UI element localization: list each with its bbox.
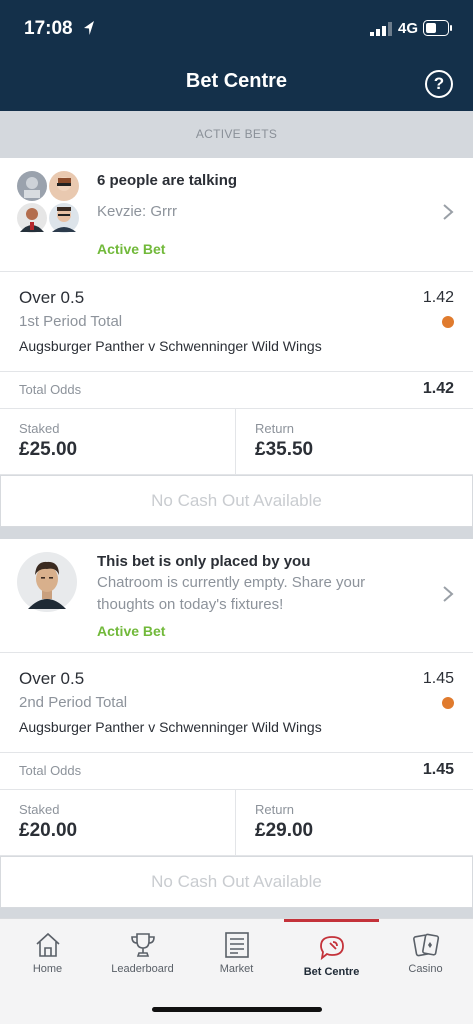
cash-out-label: No Cash Out Available bbox=[151, 872, 322, 891]
chat-message-line-2: thoughts on today's fixtures! bbox=[97, 596, 284, 613]
nav-item-leaderboard[interactable]: Leaderboard bbox=[95, 919, 190, 989]
battery-icon bbox=[423, 20, 452, 36]
stake-return-row: Staked £25.00 Return £35.50 bbox=[0, 409, 473, 475]
chat-heading: This bet is only placed by you bbox=[97, 553, 311, 570]
app-header: 17:08 4G Bet Centre ? bbox=[0, 0, 473, 111]
staked-amount: £25.00 bbox=[19, 439, 78, 460]
staked-label: Staked bbox=[19, 421, 60, 436]
selection-market-type: 2nd Period Total bbox=[19, 694, 128, 711]
selection-market-type: 1st Period Total bbox=[19, 313, 123, 330]
nav-item-bet-centre[interactable]: Bet Centre bbox=[284, 919, 379, 989]
total-odds-label: Total Odds bbox=[19, 763, 82, 778]
status-time: 17:08 bbox=[24, 18, 73, 39]
location-arrow-icon bbox=[84, 21, 94, 35]
staked-label: Staked bbox=[19, 802, 60, 817]
selection-market: Over 0.5 bbox=[19, 288, 85, 307]
return-label: Return bbox=[255, 421, 295, 436]
nav-label: Home bbox=[32, 963, 63, 975]
nav-label: Market bbox=[219, 963, 254, 975]
nav-item-casino[interactable]: Casino bbox=[378, 919, 473, 989]
chat-message-line-1: Chatroom is currently empty. Share your bbox=[97, 574, 366, 591]
cards-icon bbox=[413, 933, 440, 957]
active-bet-label: Active Bet bbox=[97, 623, 166, 639]
bet-chat-row[interactable]: 6 people are talking Kevzie: Grrr Active… bbox=[0, 158, 473, 272]
home-icon bbox=[36, 932, 60, 957]
cash-out-button[interactable]: No Cash Out Available bbox=[0, 856, 473, 908]
nav-label: Casino bbox=[408, 963, 443, 975]
bet-chat-row[interactable]: This bet is only placed by you Chatroom … bbox=[0, 539, 473, 653]
network-type: 4G bbox=[398, 20, 419, 37]
section-header: ACTIVE BETS bbox=[0, 111, 473, 158]
list-icon bbox=[225, 932, 249, 958]
nav-item-home[interactable]: Home bbox=[0, 919, 95, 989]
total-odds-row: Total Odds 1.45 bbox=[0, 753, 473, 790]
total-odds-row: Total Odds 1.42 bbox=[0, 372, 473, 409]
trophy-icon bbox=[131, 933, 155, 957]
user-avatar bbox=[17, 552, 77, 612]
return-label: Return bbox=[255, 802, 295, 817]
bet-selection: Over 0.5 2nd Period Total Augsburger Pan… bbox=[0, 653, 473, 753]
staked-amount: £20.00 bbox=[19, 820, 78, 841]
group-avatars bbox=[17, 171, 79, 233]
total-odds-value: 1.42 bbox=[422, 380, 454, 397]
cash-out-label: No Cash Out Available bbox=[151, 491, 322, 510]
status-bar: 17:08 4G bbox=[0, 0, 473, 58]
selection-event: Augsburger Panther v Schwenninger Wild W… bbox=[19, 719, 322, 735]
status-dot-icon bbox=[442, 316, 454, 328]
nav-label: Leaderboard bbox=[111, 963, 174, 975]
nav-label: Bet Centre bbox=[303, 966, 360, 978]
selection-market: Over 0.5 bbox=[19, 669, 85, 688]
chat-icon bbox=[320, 936, 344, 961]
staked-cell: Staked £20.00 bbox=[0, 790, 236, 856]
return-amount: £35.50 bbox=[255, 439, 314, 460]
selection-odds: 1.45 bbox=[422, 670, 454, 687]
selection-event: Augsburger Panther v Schwenninger Wild W… bbox=[19, 338, 322, 354]
status-dot-icon bbox=[442, 697, 454, 709]
bet-selection: Over 0.5 1st Period Total Augsburger Pan… bbox=[0, 272, 473, 372]
staked-cell: Staked £25.00 bbox=[0, 409, 236, 475]
return-cell: Return £29.00 bbox=[236, 790, 473, 856]
cash-out-button[interactable]: No Cash Out Available bbox=[0, 475, 473, 527]
help-button[interactable]: ? bbox=[425, 70, 453, 98]
nav-item-market[interactable]: Market bbox=[189, 919, 284, 989]
selection-odds: 1.42 bbox=[422, 289, 454, 306]
return-cell: Return £35.50 bbox=[236, 409, 473, 475]
total-odds-label: Total Odds bbox=[19, 382, 82, 397]
signal-icon bbox=[370, 22, 392, 36]
chat-last-message: Kevzie: Grrr bbox=[97, 203, 178, 220]
total-odds-value: 1.45 bbox=[422, 761, 454, 778]
chat-heading: 6 people are talking bbox=[97, 172, 238, 189]
return-amount: £29.00 bbox=[255, 820, 314, 841]
page-title: Bet Centre bbox=[185, 70, 288, 92]
home-indicator bbox=[152, 1007, 322, 1012]
chevron-right-icon bbox=[443, 586, 454, 602]
active-bet-label: Active Bet bbox=[97, 241, 166, 257]
stake-return-row: Staked £20.00 Return £29.00 bbox=[0, 790, 473, 856]
chevron-right-icon bbox=[443, 204, 454, 220]
